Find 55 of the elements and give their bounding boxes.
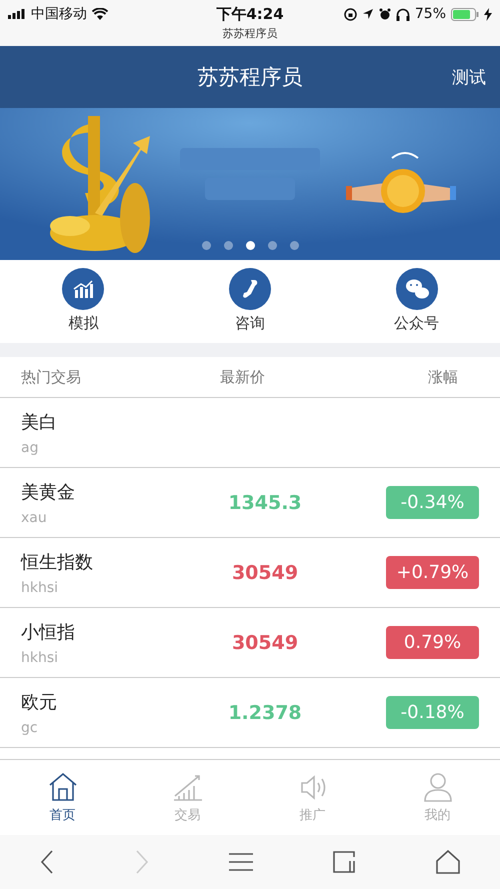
instrument-name: 恒生指数 — [21, 550, 94, 574]
instrument-name: 欧元 — [21, 690, 58, 714]
instrument-name: 小恒指 — [21, 620, 76, 644]
battery-icon — [451, 8, 479, 20]
instrument-code: gc — [21, 720, 39, 736]
column-header: 热门交易 — [20, 368, 82, 386]
column-header: 最新价 — [219, 368, 266, 386]
instrument-code: ag — [21, 440, 40, 456]
headphones-icon — [396, 8, 410, 20]
phone-icon[interactable] — [228, 268, 271, 310]
quote-row[interactable]: 美黄金 xau 1345.3 -0.34% — [0, 468, 500, 538]
status-time: 下午4:24 — [216, 4, 284, 24]
instrument-code: xau — [21, 510, 48, 526]
menu-icon[interactable] — [228, 852, 253, 872]
column-header: 涨幅 — [427, 368, 459, 386]
price: 1345.3 — [228, 492, 302, 514]
instrument-code: hkhsi — [21, 580, 60, 596]
wifi-icon — [92, 8, 108, 20]
change-percent: -0.34% — [386, 486, 479, 519]
quote-row[interactable]: 小恒指 hkhsi 30549 0.79% — [0, 608, 500, 678]
instrument-name: 美黄金 — [21, 480, 76, 504]
test-link[interactable]: 测试 — [452, 66, 486, 88]
page-title: 苏苏程序员 — [198, 64, 302, 91]
change-percent: -0.18% — [386, 696, 479, 729]
price: 30549 — [232, 562, 298, 584]
back-icon[interactable] — [40, 850, 54, 874]
quote-row[interactable]: 欧元 gc 1.2378 -0.18% — [0, 678, 500, 748]
location-icon — [362, 8, 374, 20]
shortcut-label[interactable]: 模拟 — [68, 314, 98, 333]
carousel-dot[interactable] — [202, 241, 210, 250]
shortcut-label[interactable]: 公众号 — [394, 314, 440, 333]
change-percent: +0.79% — [386, 556, 479, 589]
battery-percent: 75% — [414, 6, 446, 22]
tabs-icon[interactable] — [333, 851, 356, 873]
shortcut-label[interactable]: 咨询 — [234, 314, 265, 333]
price: 1.2378 — [228, 702, 302, 724]
site-title: 苏苏程序员 — [222, 26, 278, 41]
chat-icon[interactable] — [396, 268, 438, 310]
tab-label[interactable]: 首页 — [50, 806, 76, 824]
instrument-name: 美白 — [21, 410, 58, 434]
carousel-dot[interactable] — [224, 241, 232, 250]
price: 30549 — [232, 632, 298, 654]
signal-icon — [8, 9, 26, 19]
instrument-code: hkhsi — [21, 650, 60, 666]
carousel-dot[interactable] — [268, 241, 276, 250]
rotation-lock-icon — [344, 8, 357, 20]
home-icon[interactable] — [436, 850, 460, 874]
chart-icon[interactable] — [62, 268, 104, 310]
quote-row[interactable]: 恒生指数 hkhsi 30549 +0.79% — [0, 538, 500, 608]
change-percent: 0.79% — [386, 626, 479, 659]
carousel-dot[interactable] — [290, 241, 298, 250]
quote-row[interactable]: 美白 ag — [0, 398, 500, 468]
carrier-name: 中国移动 — [31, 5, 87, 23]
charging-icon — [484, 8, 492, 20]
alarm-icon — [378, 8, 391, 20]
